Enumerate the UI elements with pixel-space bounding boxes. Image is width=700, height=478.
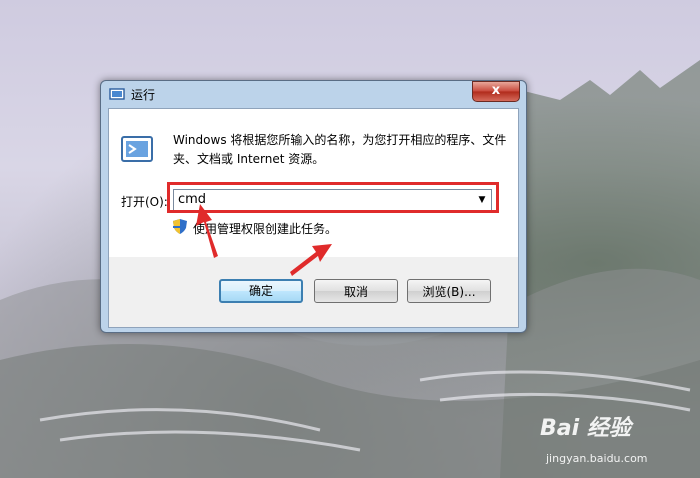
run-icon bbox=[109, 88, 125, 100]
run-icon bbox=[121, 136, 153, 162]
watermark-brand: Bai 经验 bbox=[540, 416, 631, 441]
admin-note: 使用管理权限创建此任务。 bbox=[193, 222, 338, 236]
run-dialog: 运行 x Windows 将根据您所输入的名称，为您打开相应的程序、文件夹、文档… bbox=[100, 80, 527, 333]
open-label: 打开(O): bbox=[121, 195, 168, 209]
cancel-button[interactable]: 取消 bbox=[314, 279, 398, 303]
ok-button[interactable]: 确定 bbox=[219, 279, 303, 303]
browse-button[interactable]: 浏览(B)... bbox=[407, 279, 491, 303]
highlight-box bbox=[167, 182, 499, 213]
watermark-url: jingyan.baidu.com bbox=[546, 452, 648, 465]
dialog-body: Windows 将根据您所输入的名称，为您打开相应的程序、文件夹、文档或 Int… bbox=[108, 108, 519, 328]
dialog-title: 运行 bbox=[131, 88, 156, 102]
watermark: Bai 经验 jingyan.baidu.com bbox=[540, 410, 700, 478]
shield-icon bbox=[173, 219, 187, 234]
close-icon[interactable]: x bbox=[492, 83, 500, 98]
dialog-description: Windows 将根据您所输入的名称，为您打开相应的程序、文件夹、文档或 Int… bbox=[173, 133, 507, 166]
close-button[interactable]: x bbox=[472, 81, 520, 102]
title-bar[interactable]: 运行 x bbox=[101, 81, 526, 107]
